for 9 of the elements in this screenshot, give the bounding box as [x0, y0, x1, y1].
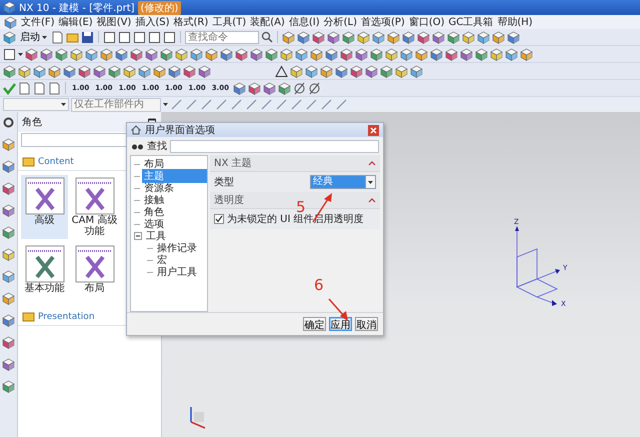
field-label: 类型	[214, 176, 235, 189]
search-label: 查找	[147, 140, 167, 153]
section-title: NX 主题	[214, 156, 252, 170]
modified-badge: (修改的)	[138, 0, 182, 14]
panel-title: 角色	[22, 116, 42, 129]
annotation-number: 6	[314, 278, 324, 293]
window-title: NX 10 - 建模 - [零件.prt]	[19, 2, 135, 14]
dialog-title: 用户界面首选项	[145, 124, 216, 137]
section-title: 透明度	[214, 194, 244, 207]
